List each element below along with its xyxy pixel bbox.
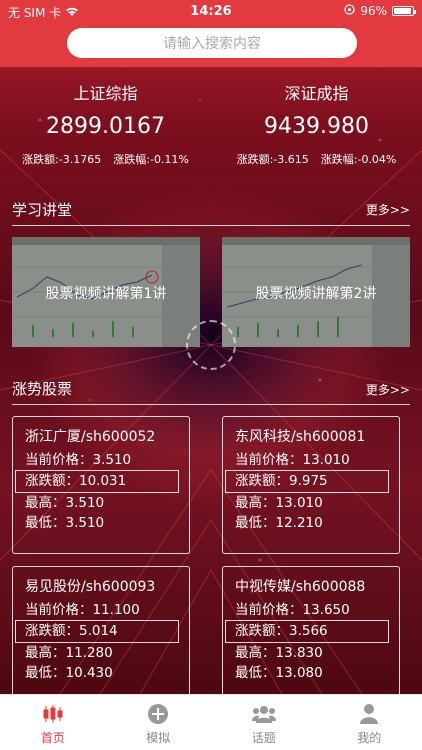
status-bar: 无 SIM 卡 14:26 96% (0, 0, 422, 24)
stock-low: 最低：3.510 (25, 515, 105, 531)
header: 无 SIM 卡 14:26 96% 请输入搜索内容 (0, 0, 422, 67)
rising-section-title: 涨势股票 (12, 380, 73, 398)
stock-card[interactable]: 易见股份/sh600093 当前价格：11.100 涨跌额：5.014 最高：1… (12, 566, 190, 706)
learning-section-title: 学习讲堂 (12, 201, 73, 219)
tab-bar: 首页 模拟 话题 我的 (0, 694, 422, 750)
index-value: 2899.0167 (46, 114, 165, 139)
stock-high: 最高：13.010 (235, 494, 323, 511)
stock-high: 最高：13.830 (235, 644, 323, 661)
tab-home[interactable]: 首页 (0, 695, 106, 750)
tab-simulate[interactable]: 模拟 (106, 695, 212, 750)
divider (12, 404, 410, 405)
stock-change: 涨跌额：10.031 (15, 470, 179, 493)
stock-high: 最高：3.510 (25, 494, 105, 511)
search-placeholder: 请输入搜索内容 (163, 36, 261, 52)
stock-card[interactable]: 中视传媒/sh600088 当前价格：13.650 涨跌额：3.566 最高：1… (222, 566, 400, 706)
candlestick-icon (0, 703, 106, 725)
tab-label: 模拟 (146, 731, 171, 745)
index-name: 深证成指 (284, 84, 349, 103)
video-card-1[interactable]: 股票视频讲解第1讲 (12, 237, 200, 347)
stock-change: 涨跌额：5.014 (15, 620, 179, 643)
index-name: 上证综指 (73, 84, 138, 103)
group-icon (211, 703, 317, 725)
loading-ring (186, 320, 236, 370)
orientation-lock-icon (344, 4, 355, 18)
stock-name: 浙江广厦/sh600052 (25, 429, 156, 445)
tab-label: 我的 (357, 731, 382, 745)
stock-card[interactable]: 东风科技/sh600081 当前价格：13.010 涨跌额：9.975 最高：1… (222, 416, 400, 554)
stock-card[interactable]: 浙江广厦/sh600052 当前价格：3.510 涨跌额：10.031 最高：3… (12, 416, 190, 554)
search-input[interactable]: 请输入搜索内容 (67, 28, 357, 58)
stock-price: 当前价格：3.510 (25, 451, 132, 468)
index-shenzhen[interactable]: 深证成指 9439.980 涨跌额:-3.615 涨跌幅:-0.04% (211, 80, 422, 167)
person-icon (317, 703, 422, 725)
tab-mine[interactable]: 我的 (317, 695, 422, 750)
stock-low: 最低：12.210 (235, 515, 323, 531)
index-change-amount: 涨跌额:-3.615 (236, 153, 309, 166)
stock-name: 中视传媒/sh600088 (235, 579, 366, 595)
stock-low: 最低：10.430 (25, 665, 113, 681)
stock-change: 涨跌额：9.975 (225, 470, 389, 493)
video-card-2[interactable]: 股票视频讲解第2讲 (222, 237, 410, 347)
tab-label: 话题 (251, 731, 276, 745)
stock-price: 当前价格：11.100 (25, 601, 140, 618)
plus-circle-icon (106, 703, 212, 725)
rising-more-link[interactable]: 更多>> (366, 381, 410, 398)
battery-fill (394, 8, 412, 14)
index-change-amount: 涨跌额:-3.1765 (22, 153, 102, 166)
divider (12, 225, 410, 226)
stock-price: 当前价格：13.650 (235, 601, 350, 618)
stock-price: 当前价格：13.010 (235, 451, 350, 468)
battery-icon (392, 6, 416, 16)
index-value: 9439.980 (264, 114, 369, 139)
index-shanghai[interactable]: 上证综指 2899.0167 涨跌额:-3.1765 涨跌幅:-0.11% (0, 80, 211, 167)
stock-low: 最低：13.080 (235, 665, 323, 681)
video-caption: 股票视频讲解第1讲 (45, 286, 167, 302)
video-caption: 股票视频讲解第2讲 (255, 286, 377, 302)
tab-label: 首页 (40, 731, 65, 745)
stock-high: 最高：11.280 (25, 644, 113, 661)
battery-percent: 96% (360, 4, 387, 18)
index-change-pct: 涨跌幅:-0.11% (113, 153, 189, 166)
stock-name: 易见股份/sh600093 (25, 579, 156, 595)
tab-topics[interactable]: 话题 (211, 695, 317, 750)
learning-more-link[interactable]: 更多>> (366, 201, 410, 218)
stock-name: 东风科技/sh600081 (235, 429, 366, 445)
index-change-pct: 涨跌幅:-0.04% (320, 153, 397, 166)
stock-change: 涨跌额：3.566 (225, 620, 389, 643)
